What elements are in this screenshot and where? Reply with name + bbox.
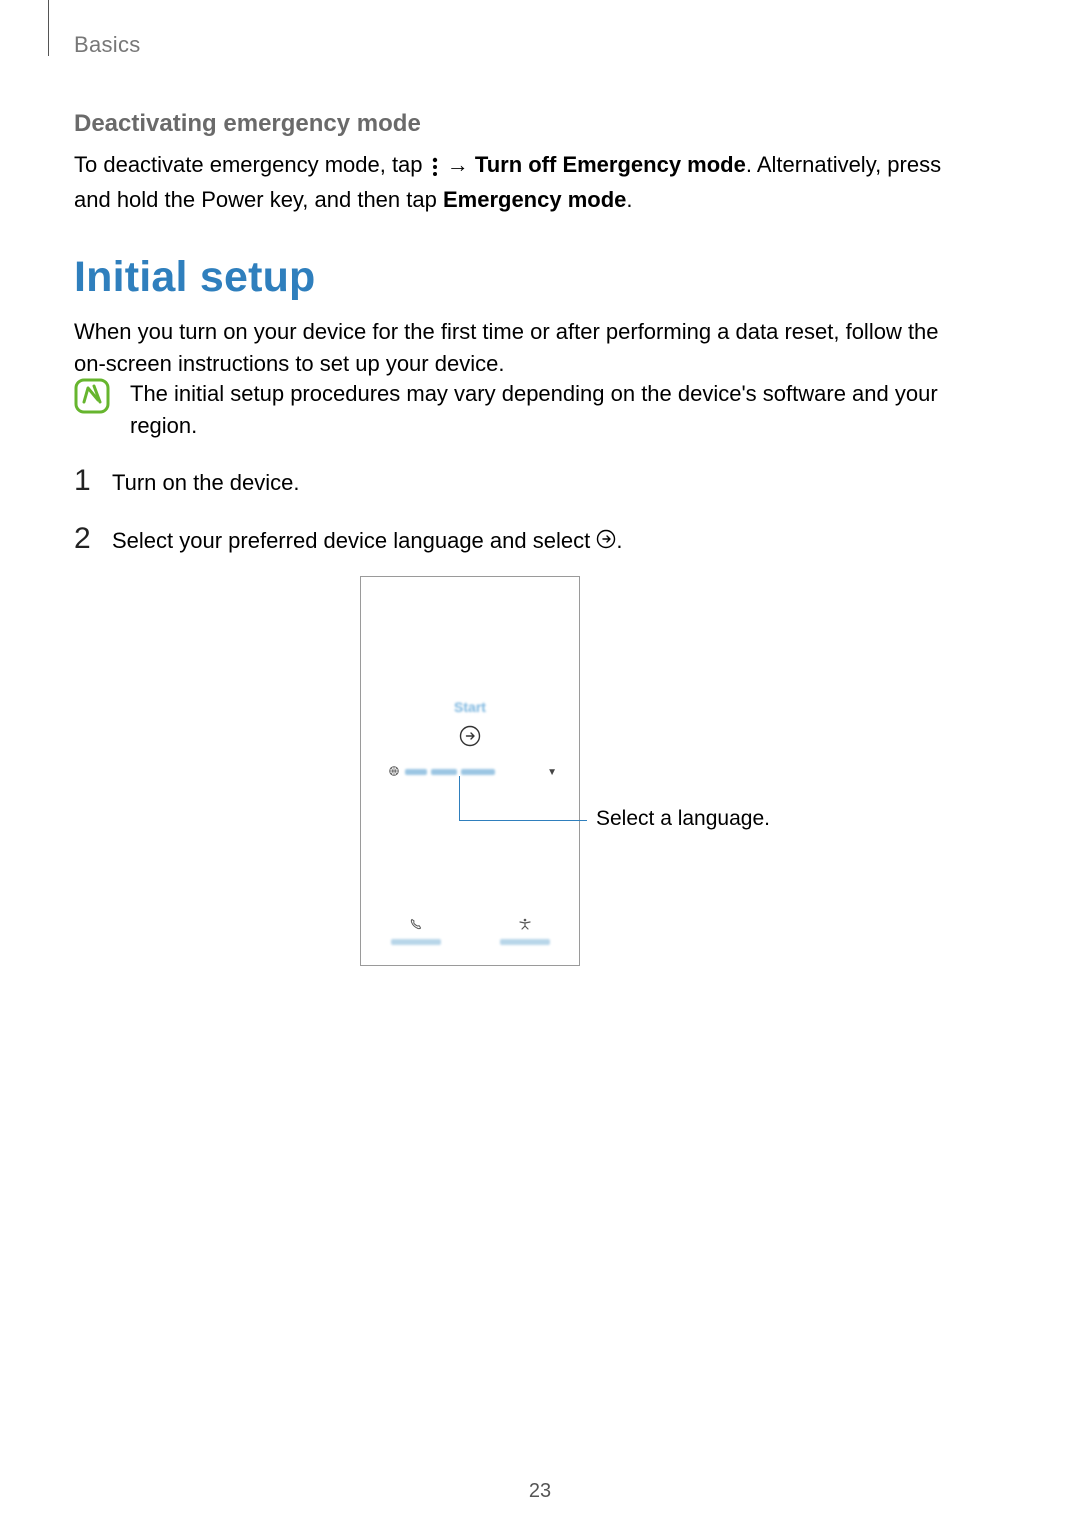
phone-language-placeholder xyxy=(405,769,495,775)
para1-arrow: → xyxy=(441,152,475,177)
accessibility-icon xyxy=(519,917,531,935)
callout-hline xyxy=(459,820,587,821)
para1-text-a: To deactivate emergency mode, tap xyxy=(74,152,429,177)
para1-text-e: . xyxy=(626,187,632,212)
step-2-number: 2 xyxy=(74,522,94,556)
page-title: Initial setup xyxy=(74,253,316,302)
globe-icon xyxy=(389,763,399,781)
deactivate-paragraph: To deactivate emergency mode, tap → Turn… xyxy=(74,148,944,217)
note-row: The initial setup procedures may vary de… xyxy=(74,378,954,442)
next-circle-icon xyxy=(596,526,616,558)
para1-bold-b: Turn off Emergency mode xyxy=(475,152,746,177)
header-rule xyxy=(48,0,49,56)
phone-accessibility xyxy=(495,917,555,945)
step-1-number: 1 xyxy=(74,464,94,498)
phone-call-icon xyxy=(410,917,422,935)
para1-bold-d: Emergency mode xyxy=(443,187,626,212)
chevron-down-icon: ▼ xyxy=(547,767,557,778)
page-number: 23 xyxy=(0,1480,1080,1503)
chapter-label: Basics xyxy=(74,32,141,58)
callout-label: Select a language. xyxy=(596,807,770,831)
phone-next-icon xyxy=(459,725,481,752)
step-2-text-a: Select your preferred device language an… xyxy=(112,528,596,553)
phone-bottom-row xyxy=(361,917,579,945)
note-text: The initial setup procedures may vary de… xyxy=(130,378,954,442)
phone-emergency-call xyxy=(386,917,446,945)
callout-vline xyxy=(459,776,460,820)
phone-screenshot: Start ▼ xyxy=(360,576,580,966)
step-2-text: Select your preferred device language an… xyxy=(112,525,622,558)
step-2-text-b: . xyxy=(616,528,622,553)
more-options-icon xyxy=(429,149,441,183)
step-2: 2 Select your preferred device language … xyxy=(74,522,622,558)
section-subtitle: Deactivating emergency mode xyxy=(74,110,421,138)
note-icon xyxy=(74,378,110,419)
step-1-text: Turn on the device. xyxy=(112,467,300,499)
step-1: 1 Turn on the device. xyxy=(74,464,300,499)
phone-language-row: ▼ xyxy=(389,763,557,781)
phone-start-label: Start xyxy=(361,699,579,715)
intro-paragraph: When you turn on your device for the fir… xyxy=(74,316,956,380)
